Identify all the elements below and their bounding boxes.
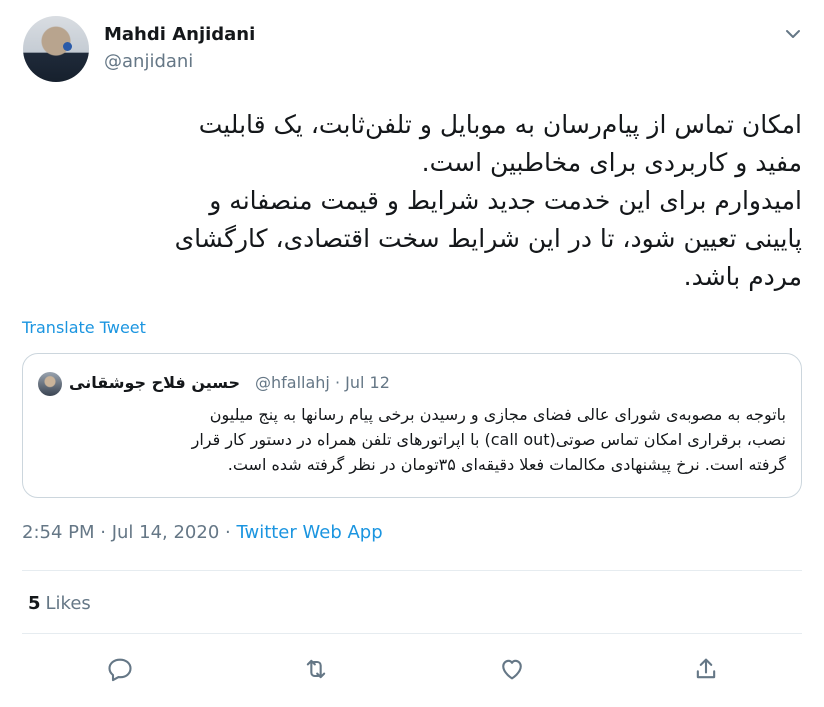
logo-icon	[63, 42, 72, 51]
likes-label: Likes	[45, 593, 91, 614]
tweet-text: امکان تماس از پیام‌رسان به موبایل و تلفن…	[42, 106, 802, 296]
quoted-line: نصب، برقراری امکان تماس صوتی(call out) ب…	[191, 430, 786, 449]
retweet-icon[interactable]	[302, 655, 330, 683]
reply-icon[interactable]	[106, 655, 134, 683]
quoted-meta: @hfallahj · Jul 12	[255, 373, 390, 392]
tweet-line: مفید و کاربردی برای مخاطبین است.	[421, 148, 802, 177]
quoted-avatar	[38, 372, 62, 396]
likes-number: 5	[28, 593, 41, 614]
quoted-author-name: حسین فلاح جوشقانی	[69, 373, 241, 392]
divider	[22, 570, 802, 571]
quoted-tweet[interactable]: حسین فلاح جوشقانی @hfallahj · Jul 12 بات…	[22, 353, 802, 498]
author-avatar[interactable]	[23, 16, 89, 82]
tweet-line: امکان تماس از پیام‌رسان به موبایل و تلفن…	[198, 110, 802, 139]
quoted-line: باتوجه به مصوبه‌ی شورای عالی فضای مجازی …	[209, 405, 786, 424]
tweet-meta: 2:54 PM · Jul 14, 2020 · Twitter Web App	[22, 522, 383, 543]
share-icon[interactable]	[692, 655, 720, 683]
tweet-line: مردم باشد.	[683, 262, 802, 291]
divider	[22, 633, 802, 634]
quoted-line: گرفته است. نرخ پیشنهادی مکالمات فعلا دقی…	[227, 455, 786, 474]
heart-icon[interactable]	[498, 655, 526, 683]
author-handle[interactable]: @anjidani	[104, 51, 193, 73]
source-link[interactable]: Twitter Web App	[236, 522, 382, 543]
translate-tweet-link[interactable]: Translate Tweet	[22, 318, 146, 337]
author-name[interactable]: Mahdi Anjidani	[104, 24, 255, 46]
timestamp[interactable]: 2:54 PM · Jul 14, 2020 ·	[22, 522, 236, 543]
quoted-text: باتوجه به مصوبه‌ی شورای عالی فضای مجازی …	[36, 402, 786, 477]
tweet-line: پایینی تعیین شود، تا در این شرایط سخت اق…	[174, 224, 802, 253]
tweet-line: امیدوارم برای این خدمت جدید شرایط و قیمت…	[209, 186, 802, 215]
likes-count[interactable]: 5 Likes	[28, 593, 91, 614]
chevron-down-icon[interactable]	[781, 22, 805, 46]
